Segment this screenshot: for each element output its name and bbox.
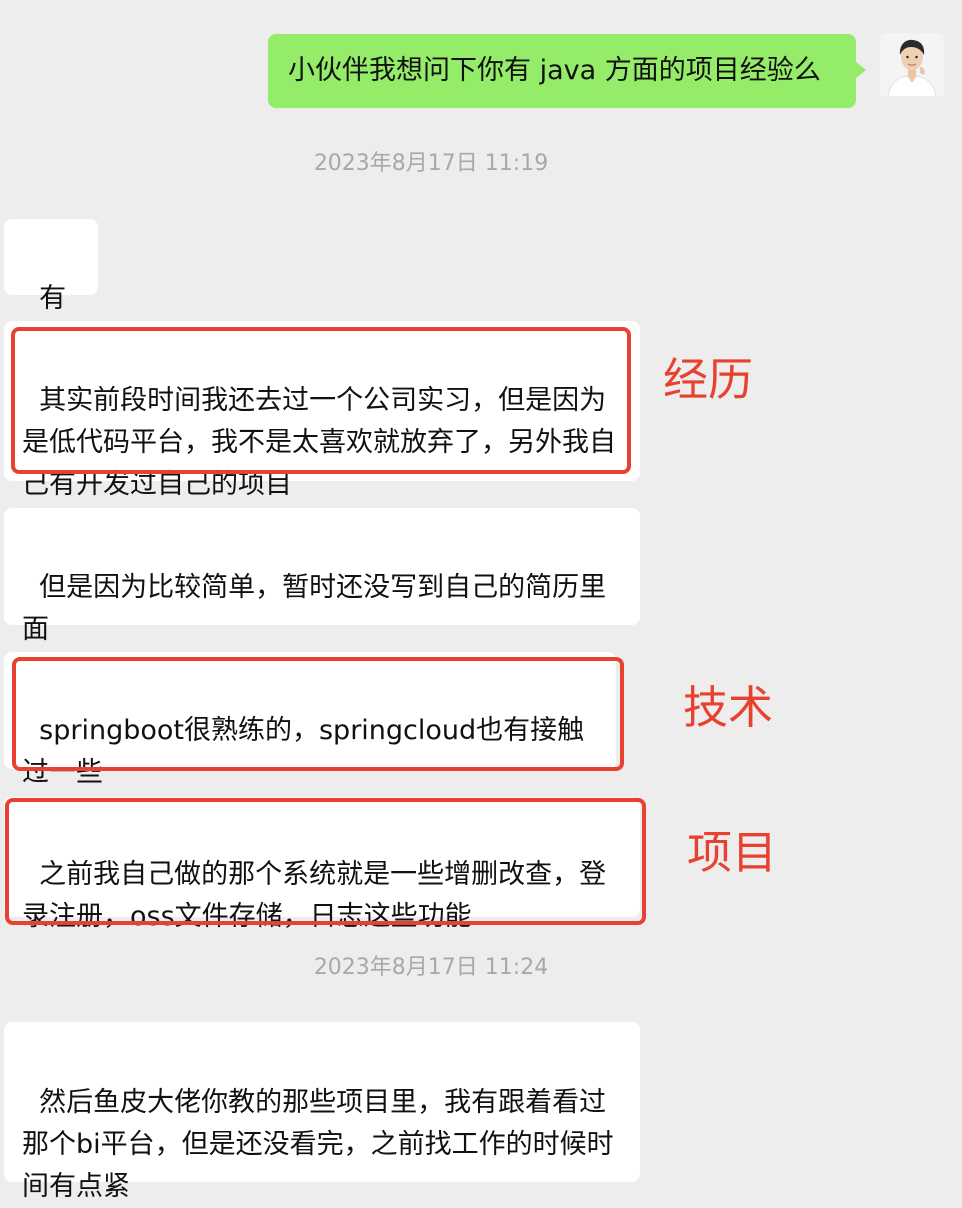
annotation-project: 项目 [687,826,778,879]
user-avatar[interactable] [880,33,944,97]
avatar-icon [880,33,944,97]
incoming-message-bubble[interactable]: 有的 [4,219,98,356]
incoming-message-text: 其实前段时间我还去过一个公司实习，但是因为是低代码平台，我不是太喜欢就放弃了，另… [22,385,616,500]
incoming-message-bubble[interactable]: 然后鱼皮大佬你教的那些项目里，我有跟着看过那个bi平台，但是还没看完，之前找工作… [4,1022,640,1202]
incoming-message-bubble[interactable]: 其实前段时间我还去过一个公司实习，但是因为是低代码平台，我不是太喜欢就放弃了，另… [4,321,640,500]
incoming-message-bubble[interactable]: springboot很熟练的，springcloud也有接触过一些 [4,652,616,788]
annotation-experience: 经历 [663,353,754,406]
incoming-message-text: 但是因为比较简单，暂时还没写到自己的简历里面 [22,572,607,645]
incoming-message-bubble[interactable]: 但是因为比较简单，暂时还没写到自己的简历里面 [4,508,640,645]
incoming-message-text: springboot很熟练的，springcloud也有接触过一些 [22,715,585,788]
incoming-message-text: 之前我自己做的那个系统就是一些增删改查，登录注册，oss文件存储，日志这些功能 [22,859,607,932]
message-timestamp: 2023年8月17日 11:24 [313,955,549,980]
incoming-message-bubble[interactable]: 之前我自己做的那个系统就是一些增删改查，登录注册，oss文件存储，日志这些功能 [4,797,640,932]
outgoing-message-text: 小伙伴我想问下你有 java 方面的项目经验么 [288,55,821,86]
message-timestamp: 2023年8月17日 11:19 [313,151,549,176]
outgoing-message-bubble[interactable]: 小伙伴我想问下你有 java 方面的项目经验么 [268,34,866,108]
incoming-message-text: 然后鱼皮大佬你教的那些项目里，我有跟着看过那个bi平台，但是还没看完，之前找工作… [22,1087,614,1202]
annotation-skills: 技术 [683,681,774,734]
